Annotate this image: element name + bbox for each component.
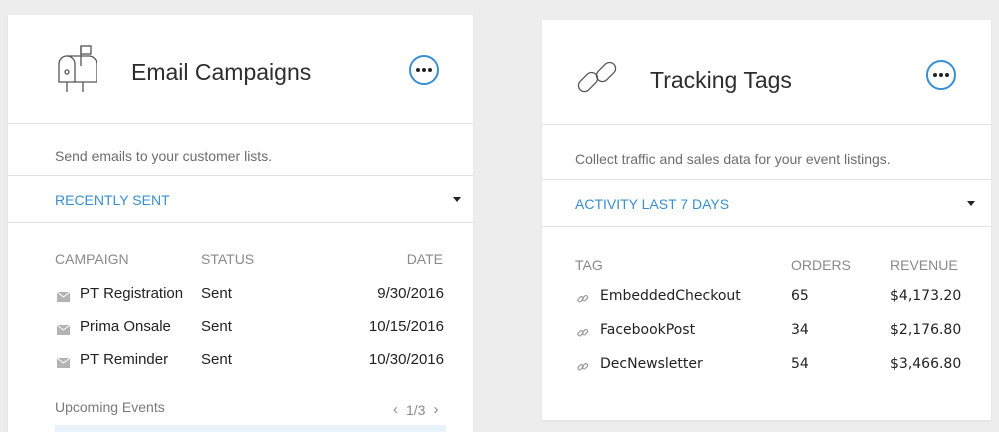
card-title: Email Campaigns <box>131 59 312 85</box>
tag-revenue: $2,176.80 <box>890 322 962 338</box>
card-title: Tracking Tags <box>650 67 792 93</box>
campaign-status: Sent <box>201 318 232 335</box>
dot-icon <box>933 73 937 77</box>
dot-icon <box>428 68 432 72</box>
filter-label: RECENTLY SENT <box>55 192 170 208</box>
card-header: Email Campaigns <box>8 15 473 124</box>
tag-orders: 65 <box>791 288 809 304</box>
more-options-button[interactable] <box>926 60 956 90</box>
campaign-date: 10/30/2016 <box>368 351 444 368</box>
envelope-icon <box>56 355 71 373</box>
tag-orders: 34 <box>791 322 809 338</box>
tag-name: DecNewsletter <box>600 356 703 372</box>
campaign-name: Prima Onsale <box>80 318 171 335</box>
caret-down-icon <box>967 201 975 206</box>
recently-sent-dropdown[interactable]: RECENTLY SENT <box>8 175 473 223</box>
activity-period-dropdown[interactable]: ACTIVITY LAST 7 DAYS <box>542 179 991 227</box>
tag-name: EmbeddedCheckout <box>600 288 741 304</box>
upcoming-event-item[interactable] <box>55 425 446 432</box>
prev-page-button[interactable]: ‹ <box>393 401 398 418</box>
campaign-date: 9/30/2016 <box>377 285 444 302</box>
caret-down-icon <box>453 197 461 202</box>
tag-name: FacebookPost <box>600 322 696 338</box>
next-page-button[interactable]: › <box>433 401 438 418</box>
campaign-name: PT Registration <box>80 285 184 302</box>
tag-revenue: $3,466.80 <box>890 356 962 372</box>
link-icon <box>577 292 589 310</box>
card-description: Send emails to your customer lists. <box>55 148 273 164</box>
column-header-date: DATE <box>406 251 443 267</box>
envelope-icon <box>56 289 71 307</box>
envelope-icon <box>56 322 71 340</box>
campaign-name: PT Reminder <box>80 351 169 368</box>
column-header-tag: TAG <box>575 257 603 273</box>
link-icon <box>577 360 589 378</box>
link-icon <box>577 326 589 344</box>
campaign-status: Sent <box>201 351 232 368</box>
card-description: Collect traffic and sales data for your … <box>575 151 891 167</box>
upcoming-events-label: Upcoming Events <box>55 399 165 415</box>
chain-link-icon <box>573 54 621 107</box>
more-options-button[interactable] <box>409 55 439 85</box>
dot-icon <box>422 68 426 72</box>
mailbox-icon <box>53 44 98 99</box>
tag-orders: 54 <box>791 356 809 372</box>
column-header-campaign: CAMPAIGN <box>55 251 129 267</box>
dot-icon <box>939 73 943 77</box>
tag-revenue: $4,173.20 <box>890 288 962 304</box>
email-campaigns-card: Email Campaigns Send emails to your cust… <box>8 15 473 432</box>
page-indicator: 1/3 <box>406 401 426 418</box>
campaign-date: 10/15/2016 <box>368 318 444 335</box>
column-header-revenue: REVENUE <box>890 257 958 273</box>
tracking-tags-card: Tracking Tags Collect traffic and sales … <box>542 20 991 420</box>
dot-icon <box>945 73 949 77</box>
card-header: Tracking Tags <box>542 20 991 125</box>
filter-label: ACTIVITY LAST 7 DAYS <box>575 196 730 212</box>
column-header-status: STATUS <box>201 251 255 267</box>
column-header-orders: ORDERS <box>791 257 851 273</box>
campaign-status: Sent <box>201 285 232 302</box>
pager: ‹ 1/3 › <box>393 401 438 418</box>
dot-icon <box>416 68 420 72</box>
